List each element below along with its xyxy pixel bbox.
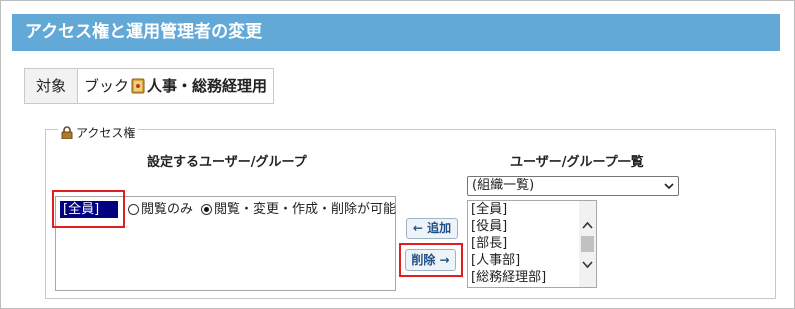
radio-view-only[interactable] xyxy=(128,204,139,215)
target-label: 対象 xyxy=(25,69,78,103)
perm-view-only-label: 閲覧のみ xyxy=(141,202,194,217)
radio-full-access[interactable] xyxy=(201,204,213,215)
highlight-member xyxy=(52,190,125,228)
user-list[interactable]: [全員] [役員] [部長] [人事部] [総務経理部] xyxy=(467,200,597,288)
permission-options: 閲覧のみ 閲覧・変更・作成・削除が可能 xyxy=(128,201,396,218)
page-title: アクセス権と運用管理者の変更 xyxy=(12,14,780,51)
legend-label: アクセス権 xyxy=(76,126,136,140)
user-item[interactable]: [全員] xyxy=(468,201,596,218)
group-select[interactable]: (組織一覧) xyxy=(467,176,679,196)
set-users-header: 設定するユーザー/グループ xyxy=(147,155,307,170)
scroll-thumb[interactable] xyxy=(581,236,594,252)
book-icon xyxy=(131,78,145,94)
user-item[interactable]: [人事部] xyxy=(468,252,596,269)
group-select-value: (組織一覧) xyxy=(472,178,535,193)
scroll-down-icon[interactable] xyxy=(582,261,593,269)
user-item[interactable]: [総務経理部] xyxy=(468,269,596,286)
user-list-scrollbar[interactable] xyxy=(579,201,596,287)
target-value: ブック 人事・総務経理用 xyxy=(78,69,273,103)
highlight-remove xyxy=(399,243,463,277)
add-button[interactable]: ← 追加 xyxy=(406,218,458,239)
book-label: ブック xyxy=(84,77,130,95)
scroll-up-icon[interactable] xyxy=(582,221,593,229)
target-row: 対象 ブック 人事・総務経理用 xyxy=(24,68,275,104)
user-item[interactable]: [役員] xyxy=(468,218,596,235)
access-legend: アクセス権 xyxy=(58,124,139,141)
chevron-down-icon xyxy=(664,183,674,190)
perm-full-label: 閲覧・変更・作成・削除が可能 xyxy=(214,202,397,217)
user-list-header: ユーザー/グループ一覧 xyxy=(510,155,644,170)
lock-icon xyxy=(61,126,73,139)
user-item[interactable]: [部長] xyxy=(468,235,596,252)
book-name: 人事・総務経理用 xyxy=(147,77,268,95)
